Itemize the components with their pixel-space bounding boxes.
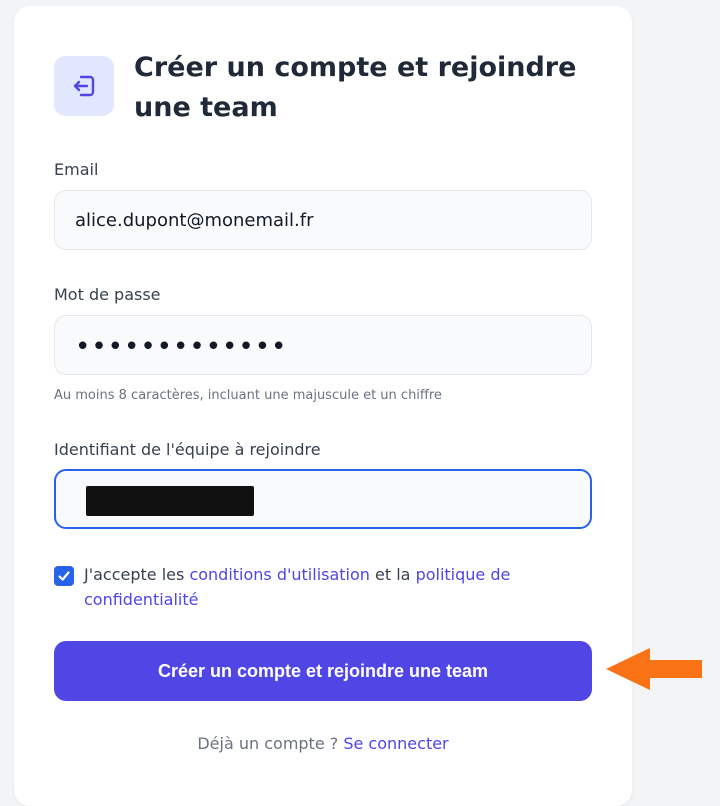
redacted-team-id	[86, 486, 254, 516]
terms-middle: et la	[369, 565, 416, 584]
team-id-label: Identifiant de l'équipe à rejoindre	[54, 440, 321, 459]
login-link[interactable]: Se connecter	[343, 734, 448, 753]
password-hint: Au moins 8 caractères, incluant une maju…	[54, 388, 442, 403]
email-field[interactable]: alice.dupont@monemail.fr	[54, 190, 592, 250]
password-label: Mot de passe	[54, 285, 161, 304]
create-account-button[interactable]: Créer un compte et rejoindre une team	[54, 641, 592, 701]
arrow-left-icon	[606, 648, 702, 690]
password-field[interactable]: •••••••••••••	[54, 315, 592, 375]
check-icon	[58, 571, 70, 581]
terms-prefix: J'accepte les	[84, 565, 190, 584]
terms-text: J'accepte les conditions d'utilisation e…	[84, 562, 564, 612]
email-label: Email	[54, 160, 99, 179]
login-enter-icon	[54, 56, 114, 116]
page-title: Créer un compte et rejoindre une team	[134, 52, 577, 123]
login-prompt: Déjà un compte ? Se connecter	[0, 734, 646, 753]
password-value: •••••••••••••	[75, 332, 288, 362]
login-prompt-text: Déjà un compte ?	[197, 734, 339, 753]
terms-checkbox[interactable]	[54, 566, 74, 586]
terms-of-use-link[interactable]: conditions d'utilisation	[189, 565, 370, 584]
email-value: alice.dupont@monemail.fr	[75, 209, 314, 231]
